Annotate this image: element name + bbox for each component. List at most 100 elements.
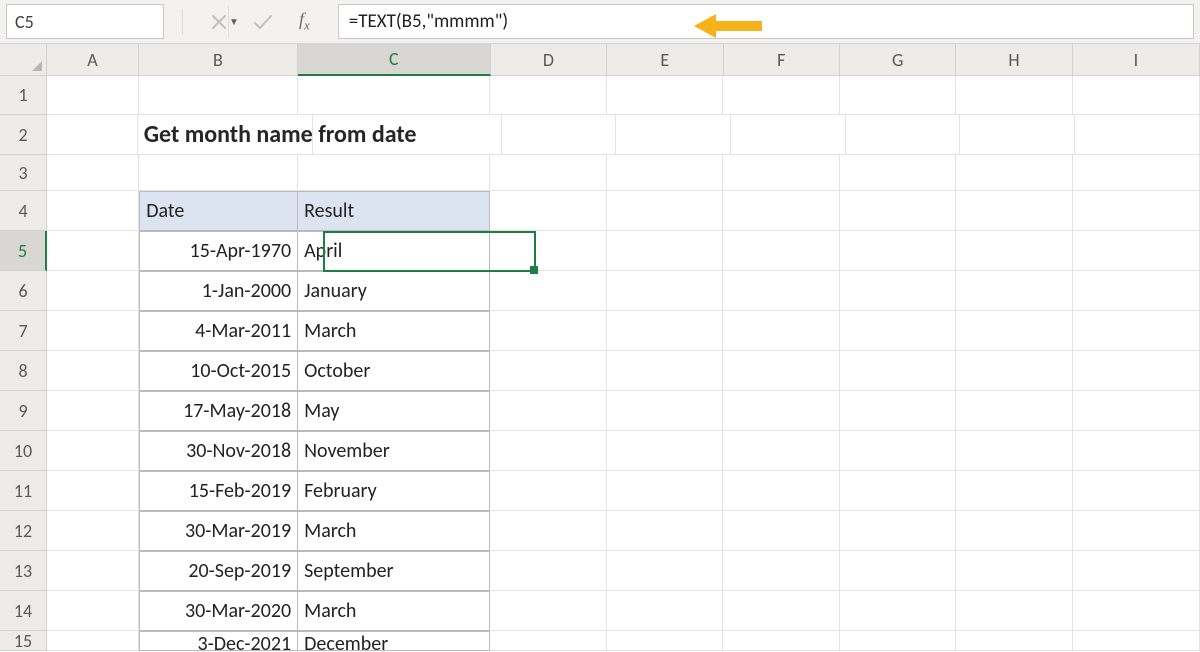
col-header[interactable]: C	[298, 44, 491, 76]
table-row[interactable]: 30-Mar-2020	[139, 591, 298, 631]
cell[interactable]	[139, 76, 298, 115]
cell[interactable]	[731, 115, 846, 155]
cell[interactable]	[47, 76, 139, 115]
cell[interactable]	[490, 631, 607, 651]
cell[interactable]	[840, 391, 957, 431]
table-row[interactable]: 3-Dec-2021	[139, 631, 298, 651]
cell[interactable]	[1073, 391, 1200, 431]
formula-input[interactable]	[349, 10, 1183, 33]
cell[interactable]	[956, 271, 1073, 311]
table-row[interactable]: December	[298, 631, 490, 651]
table-row[interactable]: 15-Feb-2019	[139, 471, 298, 511]
cell[interactable]	[47, 351, 139, 391]
cell[interactable]	[1075, 115, 1200, 155]
cell[interactable]	[956, 551, 1073, 591]
cell[interactable]	[1073, 431, 1200, 471]
row-header[interactable]: 5	[0, 231, 47, 271]
cell[interactable]	[723, 351, 840, 391]
cell[interactable]	[607, 191, 724, 231]
table-header-result[interactable]: Result	[298, 191, 490, 231]
col-header[interactable]: D	[491, 44, 607, 76]
cell[interactable]	[840, 155, 957, 191]
cell[interactable]	[1073, 76, 1200, 115]
table-row[interactable]: November	[298, 431, 490, 471]
row-header[interactable]: 7	[0, 311, 47, 351]
enter-icon[interactable]	[253, 14, 273, 30]
cell[interactable]	[1073, 351, 1200, 391]
table-row[interactable]: September	[298, 551, 490, 591]
cell[interactable]	[298, 76, 490, 115]
cell[interactable]	[840, 471, 957, 511]
cell[interactable]	[607, 76, 724, 115]
cell[interactable]	[607, 591, 724, 631]
cell[interactable]	[607, 271, 724, 311]
cell[interactable]	[490, 551, 607, 591]
cell[interactable]	[607, 391, 724, 431]
col-header[interactable]: I	[1073, 44, 1200, 76]
table-row[interactable]: March	[298, 591, 490, 631]
formula-input-wrap[interactable]	[338, 4, 1194, 39]
cell[interactable]	[490, 155, 607, 191]
cell[interactable]	[47, 391, 139, 431]
cell[interactable]	[47, 115, 138, 155]
cell[interactable]	[960, 115, 1075, 155]
cell[interactable]: Get month name from date	[138, 115, 313, 155]
col-header[interactable]: E	[607, 44, 723, 76]
cell[interactable]	[840, 431, 957, 471]
table-row[interactable]: 30-Mar-2019	[139, 511, 298, 551]
col-header[interactable]: G	[840, 44, 956, 76]
cell[interactable]	[840, 351, 957, 391]
cell[interactable]	[607, 631, 724, 651]
cell[interactable]	[490, 591, 607, 631]
cell[interactable]	[47, 511, 139, 551]
cell[interactable]	[47, 155, 139, 191]
cell[interactable]	[840, 76, 957, 115]
cell[interactable]	[723, 551, 840, 591]
cell[interactable]	[1073, 271, 1200, 311]
cell[interactable]	[490, 471, 607, 511]
cell[interactable]	[956, 231, 1073, 271]
table-row[interactable]: April	[298, 231, 490, 271]
cell[interactable]	[723, 155, 840, 191]
cell[interactable]	[490, 391, 607, 431]
cell[interactable]	[1073, 511, 1200, 551]
cell[interactable]	[490, 511, 607, 551]
cell[interactable]	[47, 271, 139, 311]
cell[interactable]	[298, 155, 490, 191]
cell[interactable]	[846, 115, 961, 155]
cell[interactable]	[607, 551, 724, 591]
cell[interactable]	[1073, 591, 1200, 631]
cell[interactable]	[1073, 155, 1200, 191]
col-header[interactable]: A	[47, 44, 139, 76]
cell[interactable]	[47, 191, 139, 231]
cell[interactable]	[607, 231, 724, 271]
col-header[interactable]: B	[139, 44, 298, 76]
cell[interactable]	[956, 431, 1073, 471]
cell[interactable]	[490, 431, 607, 471]
cell[interactable]	[840, 511, 957, 551]
cell[interactable]	[607, 431, 724, 471]
row-header[interactable]: 4	[0, 191, 47, 231]
cell[interactable]	[956, 76, 1073, 115]
select-all-corner[interactable]	[0, 44, 47, 76]
cell[interactable]	[490, 231, 607, 271]
cell[interactable]	[1073, 191, 1200, 231]
cell[interactable]	[490, 311, 607, 351]
cell[interactable]	[956, 311, 1073, 351]
row-header[interactable]: 13	[0, 551, 47, 591]
table-row[interactable]: March	[298, 511, 490, 551]
cell[interactable]	[47, 631, 139, 651]
cell[interactable]	[723, 191, 840, 231]
table-row[interactable]: 1-Jan-2000	[139, 271, 298, 311]
cell[interactable]	[956, 391, 1073, 431]
table-row[interactable]: May	[298, 391, 490, 431]
cell[interactable]	[840, 231, 957, 271]
cell[interactable]	[840, 551, 957, 591]
table-row[interactable]: 30-Nov-2018	[139, 431, 298, 471]
cell[interactable]	[47, 431, 139, 471]
cell[interactable]	[723, 431, 840, 471]
cell[interactable]	[840, 191, 957, 231]
row-header[interactable]: 15	[0, 631, 47, 651]
cell[interactable]	[723, 271, 840, 311]
cell[interactable]	[1073, 311, 1200, 351]
